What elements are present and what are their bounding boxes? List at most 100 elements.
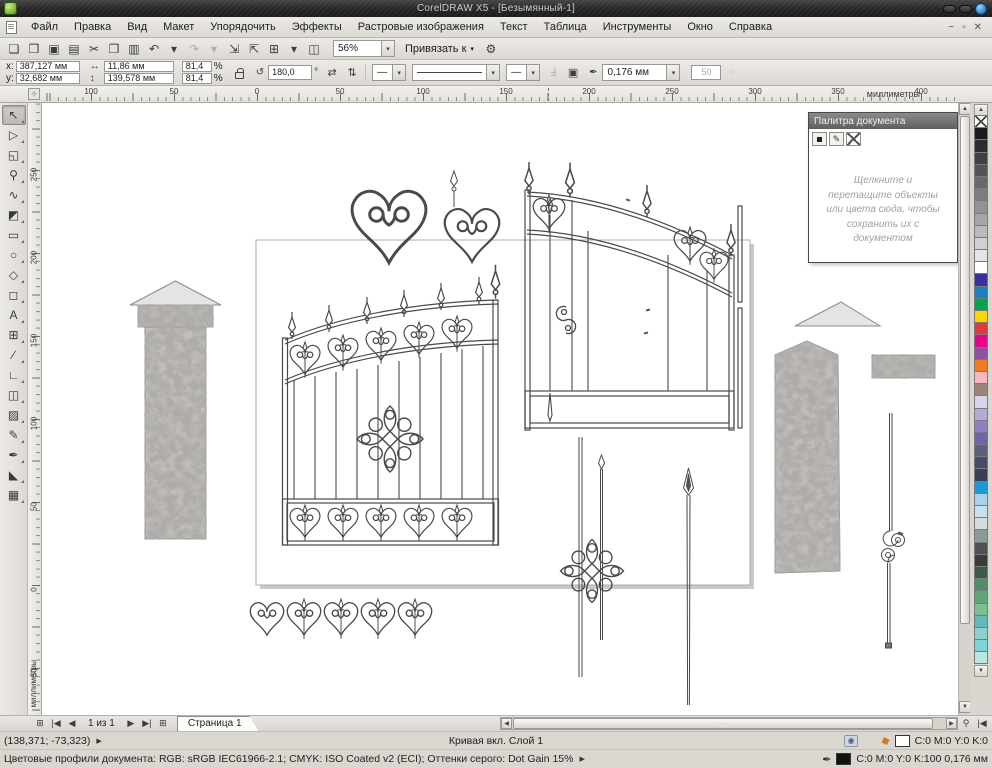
page-tab[interactable]: Страница 1 [177,716,259,731]
text-tool[interactable]: A [2,305,26,325]
scroll-right-button[interactable]: ▶ [946,718,957,729]
zoom-fit-button[interactable]: ⚲ [958,717,974,731]
palette-scroll-down-button[interactable]: ▼ [974,665,988,677]
redo-dropdown[interactable]: ▾ [204,40,224,58]
vertical-scrollbar[interactable]: ▲ ▼ [958,103,970,715]
horizontal-ruler[interactable]: ⊹ 10050050100150200250300350400 миллимет… [0,86,992,103]
zoom-levels-combo[interactable]: 56% ▾ [333,40,395,57]
palette-options-button[interactable] [812,132,827,146]
options-button[interactable]: ⚙ [481,40,501,58]
open-button[interactable]: ❒ [24,40,44,58]
menu-help[interactable]: Справка [721,18,780,36]
wrap-paragraph-text-button[interactable]: ▣ [563,64,583,82]
stone-bar[interactable] [872,355,935,378]
copy-button[interactable]: ❐ [104,40,124,58]
mirror-vertical-button[interactable]: ⇅ [342,64,362,82]
ellipse-tool[interactable]: ○ [2,245,26,265]
save-button[interactable]: ▣ [44,40,64,58]
welcome-screen-button[interactable]: ◫ [304,40,324,58]
flyout-arrow-icon[interactable]: ▶ [96,737,101,745]
menu-window[interactable]: Окно [679,18,721,36]
minimize-button[interactable] [943,5,956,13]
undo-button[interactable]: ↶ [144,40,164,58]
stone-pillar-left[interactable] [130,281,221,539]
dock-button[interactable]: |◀ [974,717,990,731]
scroll-rod[interactable] [882,413,905,648]
horizontal-scrollbar[interactable]: ◀ ∙∙∙ ▶ [500,717,958,730]
start-arrowhead-combo[interactable]: — ▾ [372,64,406,81]
application-launcher-button[interactable]: ⊞ [264,40,284,58]
fill-color-swatch[interactable] [895,735,910,747]
snap-to-button[interactable]: Привязать к ▾ [399,41,480,57]
ruler-origin-button[interactable]: ⊹ [28,88,40,100]
previous-page-button[interactable]: ◀ [64,717,80,731]
menu-bitmaps[interactable]: Растровые изображения [350,18,492,36]
x-position-field[interactable]: 387,127 мм [16,61,80,72]
outline-width-combo[interactable]: 0,176 мм ▾ [602,64,680,81]
mdi-minimize-button[interactable]: − [948,22,954,33]
export-button[interactable]: ⇱ [244,40,264,58]
menu-table[interactable]: Таблица [536,18,595,36]
blend-tool[interactable]: ◫ [2,385,26,405]
vertical-scroll-thumb[interactable] [960,116,970,624]
outline-style-combo[interactable]: ▾ [412,64,500,81]
table-tool[interactable]: ⊞ [2,325,26,345]
cut-button[interactable]: ✂ [84,40,104,58]
crop-tool[interactable]: ◱ [2,145,26,165]
smart-fill-tool[interactable]: ◩ [2,205,26,225]
transparency-tool[interactable]: ▨ [2,405,26,425]
menu-layout[interactable]: Макет [155,18,202,36]
horizontal-scroll-thumb[interactable]: ∙∙∙ [513,718,933,729]
launcher-dropdown[interactable]: ▾ [284,40,304,58]
flyout-arrow-icon[interactable]: ▶ [579,755,584,763]
docker-title-bar[interactable]: Палитра документа [809,113,957,129]
rectangle-tool[interactable]: ▭ [2,225,26,245]
import-button[interactable]: ⇲ [224,40,244,58]
add-page-button[interactable]: ⊞ [155,717,171,731]
menu-file[interactable]: Файл [23,18,66,36]
outline-color-swatch[interactable] [836,753,851,765]
close-button[interactable] [975,3,987,15]
menu-edit[interactable]: Правка [66,18,119,36]
last-page-button[interactable]: ▶| [139,717,155,731]
end-arrowhead-combo[interactable]: — ▾ [506,64,540,81]
menu-text[interactable]: Текст [492,18,536,36]
y-position-field[interactable]: 32,682 мм [16,73,80,84]
first-page-button[interactable]: |◀ [48,717,64,731]
dimension-tool[interactable]: ∕ [2,345,26,365]
fill-tool[interactable]: ◣ [2,465,26,485]
maximize-button[interactable] [959,5,972,13]
freehand-tool[interactable]: ∿ [2,185,26,205]
close-curve-button[interactable]: Ⅎ [543,64,563,82]
next-page-button[interactable]: ▶ [123,717,139,731]
alignment-grid-button[interactable]: ⁘ [721,64,741,82]
scroll-left-button[interactable]: ◀ [501,718,512,729]
vertical-ruler[interactable]: 25020015010050050 миллиметры [28,103,42,715]
rotation-angle-field[interactable]: 180,0 [268,65,312,80]
menu-arrange[interactable]: Упорядочить [202,18,283,36]
new-document-button[interactable]: ❏ [4,40,24,58]
outline-pen-tool[interactable]: ✒ [2,445,26,465]
mirror-horizontal-button[interactable]: ⇄ [322,64,342,82]
paste-button[interactable]: ▥ [124,40,144,58]
drawing-canvas[interactable]: Палитра документа ✎ Щелкните и перетащит… [42,103,958,715]
basic-shapes-tool[interactable]: ◻ [2,285,26,305]
object-height-field[interactable]: 139,578 мм [104,73,174,84]
chevron-down-icon[interactable]: ▾ [381,41,394,56]
mdi-restore-button[interactable]: ▫ [962,22,966,33]
no-color-button[interactable] [846,132,861,146]
menu-view[interactable]: Вид [119,18,155,36]
corner-smoothness-field[interactable]: 50 [691,65,721,80]
shape-tool[interactable]: ▷ [2,125,26,145]
pick-tool[interactable]: ↖ [2,105,26,125]
add-page-button[interactable]: ⊞ [32,717,48,731]
zoom-tool[interactable]: ⚲ [2,165,26,185]
object-width-field[interactable]: 11,86 мм [104,61,174,72]
palette-eyedropper-button[interactable]: ✎ [829,132,844,146]
interactive-fill-tool[interactable]: ▦ [2,485,26,505]
scale-v-field[interactable]: 81,4 [182,73,212,84]
heart-ornaments-bottom[interactable] [250,599,431,639]
palette-swatch[interactable] [974,651,988,664]
title-bar[interactable]: CorelDRAW X5 - [Безымянный-1] [0,0,992,17]
redo-button[interactable]: ↷ [184,40,204,58]
